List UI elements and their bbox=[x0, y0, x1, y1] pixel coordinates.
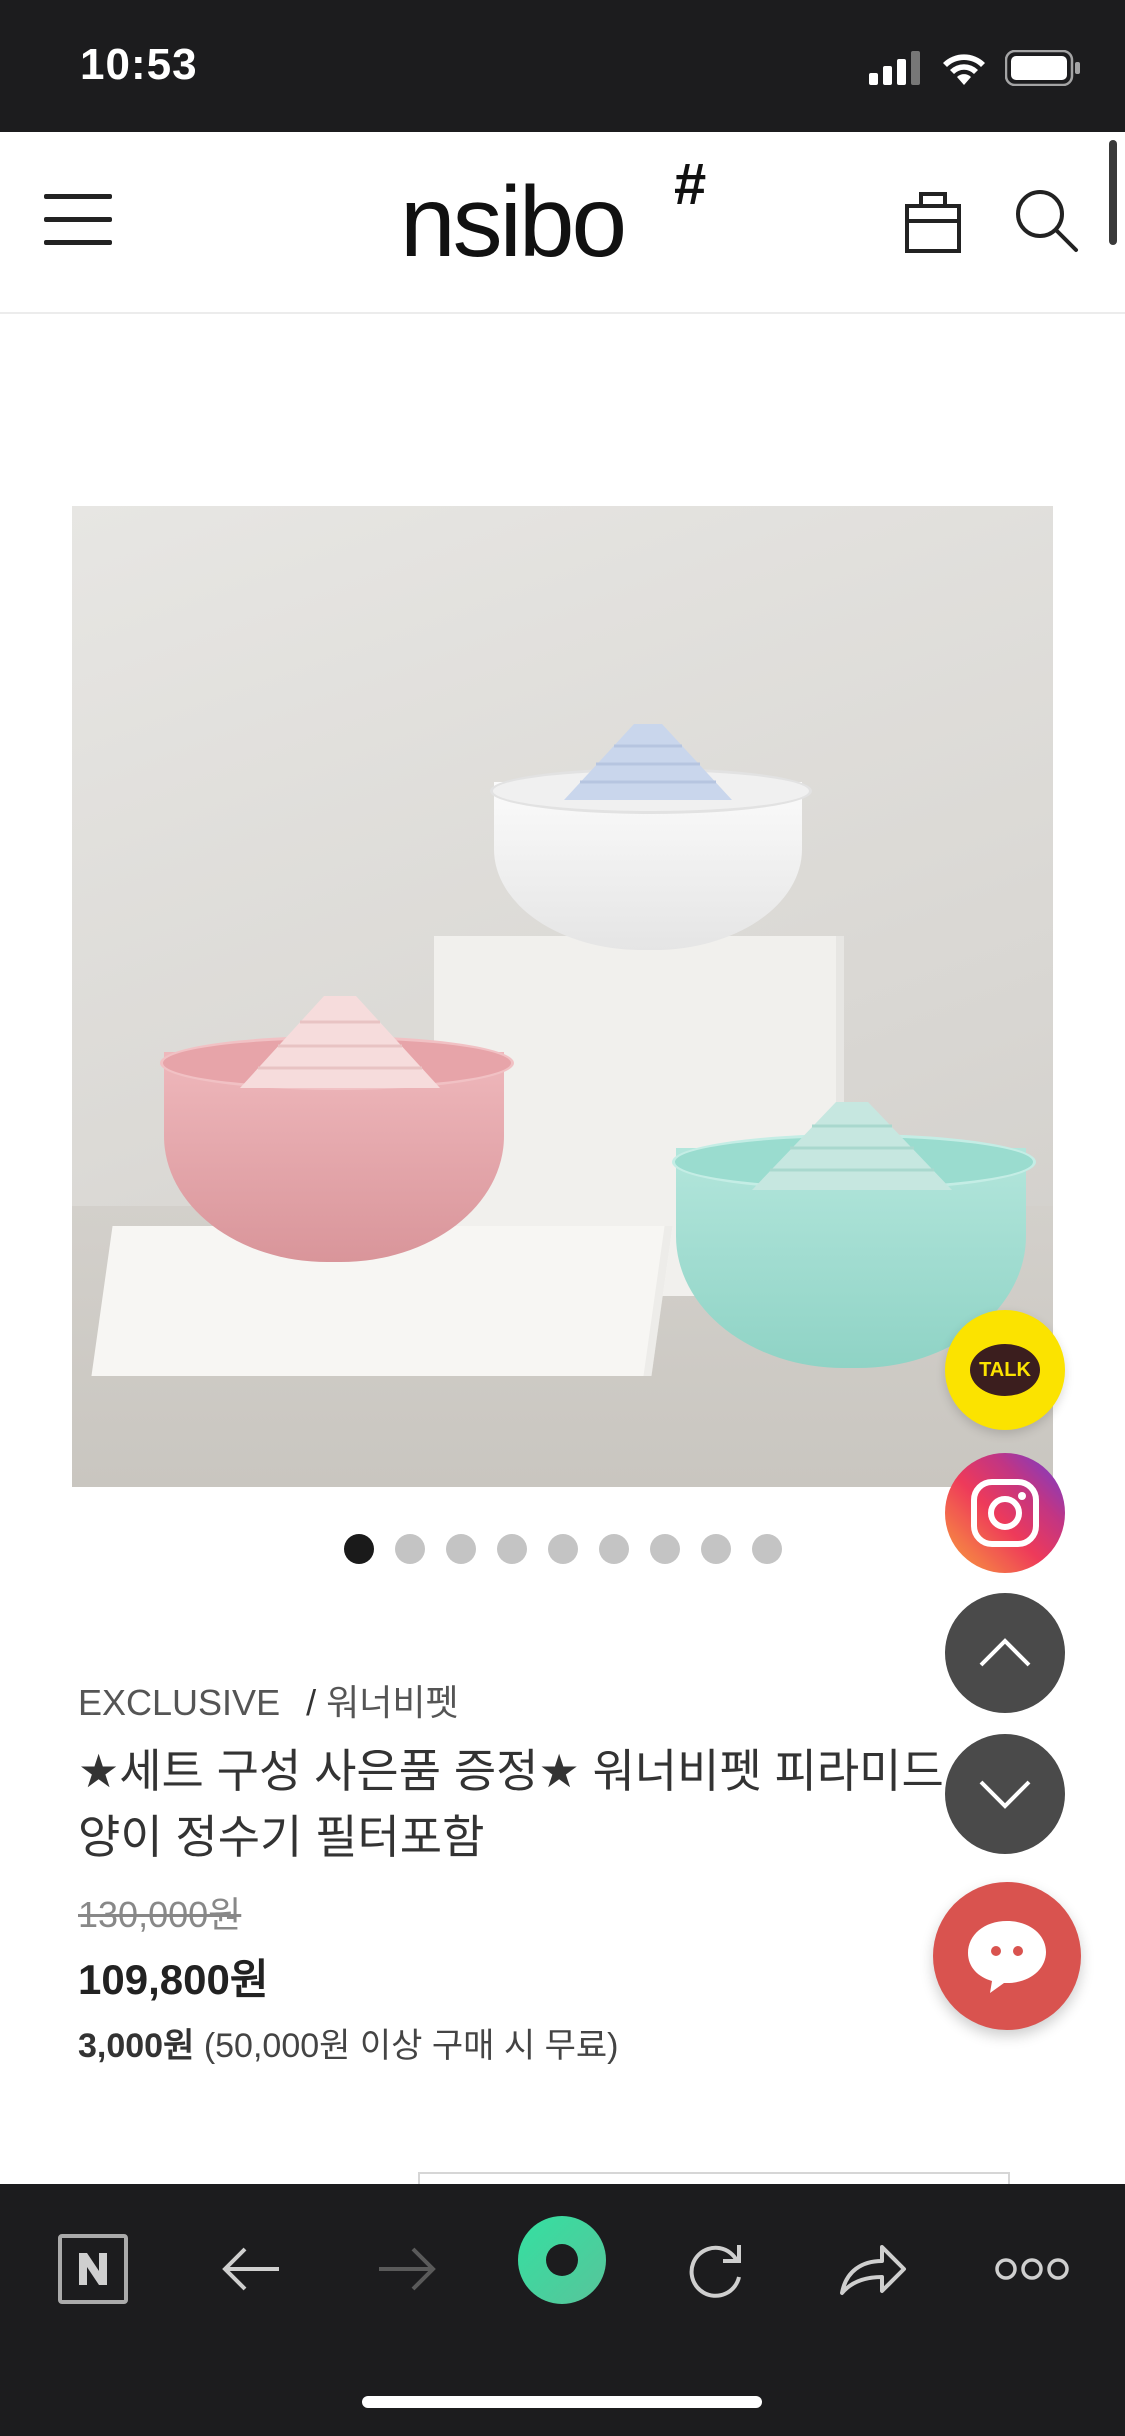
menu-button[interactable] bbox=[44, 194, 112, 246]
pagination-dot[interactable] bbox=[395, 1534, 425, 1564]
menu-icon-line bbox=[44, 217, 112, 222]
status-icons bbox=[869, 48, 1081, 88]
reload-button[interactable] bbox=[684, 2224, 750, 2314]
original-price: 130,000원 bbox=[78, 1894, 242, 1935]
naver-home-button[interactable] bbox=[58, 2234, 128, 2304]
green-dot-button[interactable] bbox=[516, 2214, 608, 2306]
product-category: EXCLUSIVE / 워너비펫 bbox=[78, 1674, 459, 1726]
kakao-talk-button[interactable]: TALK bbox=[945, 1310, 1065, 1430]
pagination-dot[interactable] bbox=[752, 1534, 782, 1564]
instagram-button[interactable] bbox=[945, 1453, 1065, 1573]
naver-n-icon bbox=[79, 2253, 107, 2285]
site-header: nsibo # bbox=[0, 132, 1125, 314]
logo-mark: # bbox=[674, 152, 707, 217]
status-time: 10:53 bbox=[80, 40, 198, 89]
scrollbar[interactable] bbox=[1109, 140, 1117, 245]
more-button[interactable] bbox=[992, 2224, 1072, 2314]
back-button[interactable] bbox=[218, 2224, 284, 2314]
image-pagination bbox=[344, 1534, 782, 1564]
pagination-dot[interactable] bbox=[599, 1534, 629, 1564]
category-separator: / bbox=[306, 1682, 317, 1723]
reload-icon bbox=[689, 2245, 741, 2298]
status-bar: 10:53 bbox=[0, 0, 1125, 132]
home-indicator[interactable] bbox=[362, 2396, 762, 2408]
wifi-icon bbox=[943, 54, 985, 85]
menu-icon-line bbox=[44, 240, 112, 245]
chevron-up-icon bbox=[979, 1638, 1031, 1667]
pagination-dot[interactable] bbox=[650, 1534, 680, 1564]
arrow-left-icon bbox=[222, 2247, 279, 2291]
search-icon bbox=[1016, 190, 1078, 252]
shopping-bag-icon bbox=[905, 192, 961, 253]
shipping-info: 3,000원 (50,000원 이상 구매 시 무료) bbox=[78, 2018, 619, 2067]
site-logo[interactable]: nsibo # bbox=[400, 156, 706, 273]
forward-button[interactable] bbox=[374, 2224, 440, 2314]
menu-icon bbox=[44, 194, 112, 199]
brand-label[interactable]: 워너비펫 bbox=[326, 1682, 458, 1723]
green-dot-icon bbox=[518, 2216, 606, 2304]
instagram-icon bbox=[971, 1479, 1039, 1547]
mint-bowl-pyramid bbox=[752, 1102, 952, 1190]
scroll-top-button[interactable] bbox=[945, 1593, 1065, 1713]
pink-bowl-pyramid bbox=[240, 996, 440, 1088]
chevron-down-icon bbox=[979, 1780, 1031, 1809]
shipping-note: (50,000원 이상 구매 시 무료) bbox=[203, 2027, 619, 2065]
more-dots-icon bbox=[995, 2258, 1069, 2280]
kakao-talk-icon: TALK bbox=[970, 1344, 1040, 1396]
talk-label: TALK bbox=[979, 1358, 1031, 1381]
shipping-fee: 3,000원 bbox=[78, 2027, 195, 2065]
pagination-dot[interactable] bbox=[497, 1534, 527, 1564]
arrow-right-icon bbox=[379, 2247, 436, 2291]
category-label[interactable]: EXCLUSIVE bbox=[78, 1682, 280, 1723]
chat-button[interactable] bbox=[933, 1882, 1081, 2030]
share-button[interactable] bbox=[838, 2224, 908, 2314]
signal-icon bbox=[869, 51, 920, 85]
product-image[interactable] bbox=[72, 506, 1053, 1487]
pagination-dot[interactable] bbox=[701, 1534, 731, 1564]
pagination-dot[interactable] bbox=[446, 1534, 476, 1564]
product-title: ★세트 구성 사은품 증정★ 워너비펫 피라미드 양이 정수기 필터포함 bbox=[78, 1745, 944, 1863]
pagination-dot[interactable] bbox=[548, 1534, 578, 1564]
battery-icon bbox=[1005, 50, 1080, 86]
chat-bubble-icon bbox=[968, 1921, 1046, 1993]
scroll-bottom-button[interactable] bbox=[945, 1734, 1065, 1854]
logo-text: nsibo bbox=[400, 166, 627, 278]
share-arrow-icon bbox=[840, 2245, 906, 2295]
sale-price: 109,800원 bbox=[78, 1956, 269, 2003]
cart-button[interactable] bbox=[904, 188, 962, 254]
search-button[interactable] bbox=[1012, 186, 1082, 256]
white-bowl-pyramid bbox=[564, 724, 732, 800]
pagination-dot[interactable] bbox=[344, 1534, 374, 1564]
